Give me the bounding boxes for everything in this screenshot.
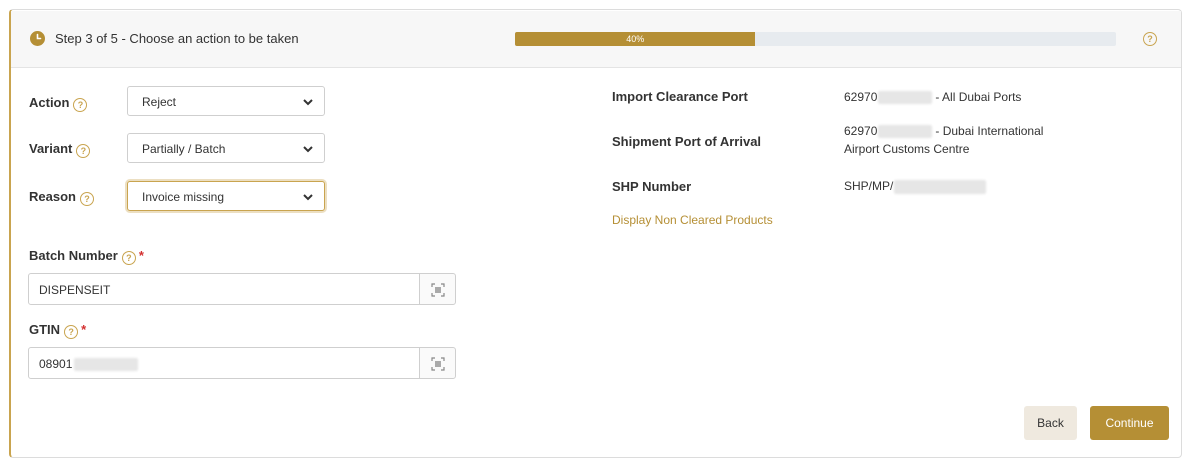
chevron-down-icon [303,194,313,201]
gtin-input[interactable]: 08901 [28,347,420,379]
redacted-value [74,358,139,372]
shipment-port-value: 62970- Dubai International Airport Custo… [844,124,1044,156]
barcode-scan-icon [431,283,445,297]
barcode-scan-icon [431,357,445,371]
required-marker: * [81,322,87,337]
redacted-value [894,179,987,194]
chevron-down-icon [303,99,313,106]
back-button[interactable]: Back [1024,406,1077,440]
action-select[interactable]: Reject [127,86,325,116]
progress-fill: 40% [515,32,756,46]
help-icon[interactable]: ? [64,325,79,339]
batch-number-label: Batch Number? * [29,248,144,265]
variant-select[interactable]: Partially / Batch [127,133,325,163]
scan-button[interactable] [419,273,456,305]
help-icon[interactable]: ? [79,192,94,206]
step-title: Step 3 of 5 - Choose an action to be tak… [55,31,299,46]
required-marker: * [138,248,144,263]
clock-icon [30,31,45,46]
help-icon[interactable]: ? [73,98,88,112]
chevron-down-icon [303,146,313,153]
reason-label: Reason? [29,189,94,206]
import-clearance-port-label: Import Clearance Port [612,89,748,104]
batch-number-input[interactable]: DISPENSEIT [28,273,420,305]
variant-label: Variant? [29,141,91,158]
gtin-label: GTIN? * [29,322,87,339]
continue-button[interactable]: Continue [1090,406,1169,440]
shp-number-label: SHP Number [612,179,692,194]
scan-button[interactable] [419,347,456,379]
import-clearance-port-value: 62970- All Dubai Ports [844,90,1022,105]
reason-select[interactable]: Invoice missing [127,181,325,211]
card-frame [9,9,1182,458]
help-icon[interactable]: ? [121,251,136,265]
shipment-port-label: Shipment Port of Arrival [612,134,762,149]
redacted-value [878,125,933,139]
progress-bar: 40% [515,32,1116,46]
help-icon[interactable]: ? [1143,32,1157,46]
shp-number-value: SHP/MP/ [844,177,987,195]
action-label: Action? [29,95,88,112]
help-icon[interactable]: ? [76,144,91,158]
display-non-cleared-products-link[interactable]: Display Non Cleared Products [612,213,773,227]
redacted-value [878,91,933,105]
